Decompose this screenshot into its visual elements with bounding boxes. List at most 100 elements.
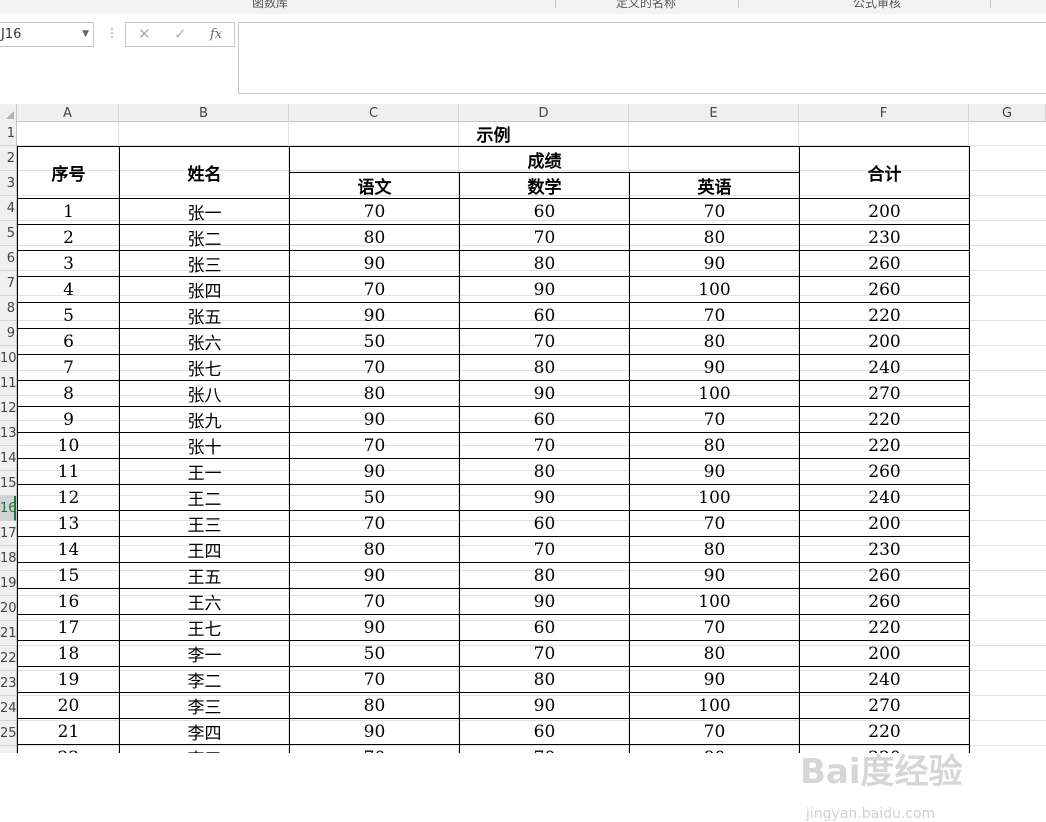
table-cell[interactable]: 王六 [119, 588, 290, 615]
table-cell[interactable]: 230 [799, 536, 970, 563]
header-scores[interactable]: 成绩 [289, 146, 800, 173]
table-title[interactable]: 示例 [18, 121, 970, 147]
table-cell[interactable]: 60 [459, 198, 630, 225]
table-cell[interactable]: 4 [17, 276, 120, 303]
table-cell[interactable]: 80 [629, 640, 800, 667]
table-cell[interactable]: 70 [629, 302, 800, 329]
table-cell[interactable]: 70 [289, 198, 460, 225]
row-header[interactable]: 23 [0, 671, 16, 696]
table-cell[interactable]: 90 [629, 562, 800, 589]
table-cell[interactable]: 80 [629, 432, 800, 459]
row-header[interactable]: 12 [0, 396, 16, 421]
table-cell[interactable]: 80 [459, 562, 630, 589]
table-cell[interactable]: 260 [799, 250, 970, 277]
table-cell[interactable]: 90 [289, 458, 460, 485]
table-cell[interactable]: 18 [17, 640, 120, 667]
table-cell[interactable]: 李四 [119, 718, 290, 745]
table-cell[interactable]: 90 [289, 406, 460, 433]
table-cell[interactable]: 90 [289, 718, 460, 745]
table-cell[interactable]: 80 [289, 380, 460, 407]
table-cell[interactable]: 李一 [119, 640, 290, 667]
table-cell[interactable]: 19 [17, 666, 120, 693]
table-cell[interactable]: 李二 [119, 666, 290, 693]
table-cell[interactable]: 270 [799, 692, 970, 719]
table-cell[interactable]: 张二 [119, 224, 290, 251]
row-header[interactable]: 21 [0, 621, 16, 646]
table-cell[interactable]: 80 [629, 744, 800, 753]
table-cell[interactable]: 90 [629, 354, 800, 381]
row-header[interactable]: 1 [0, 121, 16, 146]
table-cell[interactable]: 11 [17, 458, 120, 485]
row-header[interactable]: 24 [0, 696, 16, 721]
column-header-c[interactable]: C [289, 104, 459, 121]
table-cell[interactable]: 80 [459, 666, 630, 693]
table-cell[interactable]: 100 [629, 276, 800, 303]
row-header[interactable]: 22 [0, 646, 16, 671]
column-header-d[interactable]: D [459, 104, 629, 121]
table-cell[interactable]: 70 [289, 354, 460, 381]
drag-handle-icon[interactable]: ⋮ [106, 26, 118, 40]
row-header[interactable]: 5 [0, 221, 16, 246]
row-header[interactable]: 8 [0, 296, 16, 321]
table-cell[interactable]: 60 [459, 302, 630, 329]
row-header[interactable]: 17 [0, 521, 16, 546]
table-cell[interactable]: 70 [289, 744, 460, 753]
table-cell[interactable]: 15 [17, 562, 120, 589]
table-cell[interactable]: 22 [17, 744, 120, 753]
table-cell[interactable]: 80 [459, 354, 630, 381]
table-cell[interactable]: 王二 [119, 484, 290, 511]
row-header[interactable]: 9 [0, 321, 16, 346]
column-header-f[interactable]: F [799, 104, 969, 121]
table-cell[interactable]: 200 [799, 510, 970, 537]
table-cell[interactable]: 70 [629, 614, 800, 641]
table-cell[interactable]: 90 [289, 562, 460, 589]
table-cell[interactable]: 200 [799, 640, 970, 667]
table-cell[interactable]: 王三 [119, 510, 290, 537]
table-cell[interactable]: 100 [629, 484, 800, 511]
table-cell[interactable]: 王一 [119, 458, 290, 485]
table-cell[interactable]: 张十 [119, 432, 290, 459]
table-cell[interactable]: 王四 [119, 536, 290, 563]
table-cell[interactable]: 10 [17, 432, 120, 459]
table-cell[interactable]: 5 [17, 302, 120, 329]
table-cell[interactable]: 张四 [119, 276, 290, 303]
ribbon-group-defined-names[interactable]: 定义的名称 [616, 0, 676, 11]
table-cell[interactable]: 21 [17, 718, 120, 745]
table-cell[interactable]: 70 [289, 666, 460, 693]
table-cell[interactable]: 张一 [119, 198, 290, 225]
check-icon[interactable]: ✓ [174, 25, 187, 43]
table-cell[interactable]: 80 [629, 328, 800, 355]
table-cell[interactable]: 70 [629, 510, 800, 537]
table-cell[interactable]: 16 [17, 588, 120, 615]
table-cell[interactable]: 张五 [119, 302, 290, 329]
table-cell[interactable]: 100 [629, 692, 800, 719]
table-cell[interactable]: 90 [289, 614, 460, 641]
table-cell[interactable]: 60 [459, 510, 630, 537]
table-cell[interactable]: 80 [629, 224, 800, 251]
table-cell[interactable]: 100 [629, 380, 800, 407]
table-cell[interactable]: 70 [459, 432, 630, 459]
table-cell[interactable]: 80 [459, 458, 630, 485]
table-cell[interactable]: 12 [17, 484, 120, 511]
table-cell[interactable]: 9 [17, 406, 120, 433]
table-cell[interactable]: 王七 [119, 614, 290, 641]
table-cell[interactable]: 200 [799, 328, 970, 355]
table-cell[interactable]: 260 [799, 562, 970, 589]
table-cell[interactable]: 270 [799, 380, 970, 407]
table-cell[interactable]: 260 [799, 458, 970, 485]
table-cell[interactable]: 200 [799, 198, 970, 225]
row-header[interactable]: 10 [0, 346, 16, 371]
cell-grid[interactable]: 示例 序号 姓名 成绩 合计 语文 数学 英语 1 张一 70 60 70 200 2 张二 8… [17, 121, 1046, 753]
table-cell[interactable]: 70 [459, 744, 630, 753]
table-cell[interactable]: 240 [799, 484, 970, 511]
table-cell[interactable]: 70 [289, 510, 460, 537]
column-header-b[interactable]: B [119, 104, 289, 121]
table-cell[interactable]: 70 [459, 328, 630, 355]
table-cell[interactable]: 70 [459, 224, 630, 251]
table-cell[interactable]: 李三 [119, 692, 290, 719]
table-cell[interactable]: 240 [799, 666, 970, 693]
table-cell[interactable]: 60 [459, 406, 630, 433]
select-all-button[interactable] [0, 104, 17, 121]
table-cell[interactable]: 90 [629, 250, 800, 277]
table-cell[interactable]: 17 [17, 614, 120, 641]
